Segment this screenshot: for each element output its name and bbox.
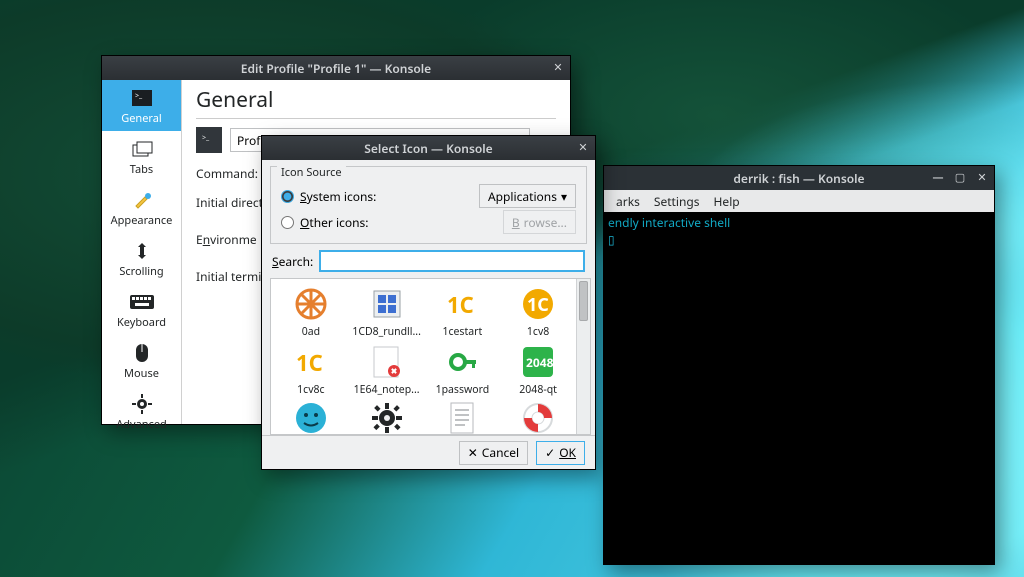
sidebar-item-mouse[interactable]: Mouse [102,335,181,386]
icon-category-combo[interactable]: Applications ▾ [479,184,576,208]
chevron-down-icon: ▾ [561,188,567,205]
app-icon [443,401,481,435]
svg-text:>_: >_ [202,134,210,143]
icon-label: 1cv8 [527,325,549,339]
icon-label: 1cestart [442,325,482,339]
select-icon-title: Select Icon — Konsole [364,140,492,157]
scroll-icon [129,240,155,262]
menu-bookmarks-partial[interactable]: arks [610,191,646,212]
icon-item[interactable]: 1C 1cv8c [275,343,347,397]
app-icon: 1C [292,343,330,381]
konsole-titlebar[interactable]: derrik : fish — Konsole — ▢ ✕ [604,166,994,190]
search-input[interactable] [319,250,585,272]
sidebar-item-general[interactable]: >_ General [102,80,181,131]
icon-item[interactable]: 2E54-wordp... [427,401,499,435]
system-icons-label: System icons: [300,188,376,205]
icon-item[interactable]: 4137-winhlp... [502,401,574,435]
app-icon: 2048 [519,343,557,381]
icon-label: 1password [436,383,490,397]
sidebar-item-advanced[interactable]: Advanced [102,386,181,437]
menu-help[interactable]: Help [708,191,746,212]
terminal-output[interactable]: endly interactive shell ▯ [604,212,994,564]
sidebar-item-label: Mouse [124,366,159,381]
icon-label: 2048-qt [519,383,557,397]
mouse-icon [129,342,155,364]
konsole-window: derrik : fish — Konsole — ▢ ✕ arks Setti… [603,165,995,565]
sidebar-item-tabs[interactable]: Tabs [102,131,181,182]
app-icon [443,343,481,381]
app-icon: 1C [519,285,557,323]
tabs-icon [129,138,155,160]
edit-profile-title: Edit Profile "Profile 1" — Konsole [241,60,431,77]
scrollbar[interactable] [576,279,590,434]
terminal-icon: >_ [129,87,155,109]
maximize-icon[interactable]: ▢ [952,169,968,185]
gear-icon [129,393,155,415]
sidebar-item-label: Keyboard [117,315,166,330]
app-icon [368,343,406,381]
sidebar-item-label: Tabs [130,162,153,177]
profile-icon-thumb[interactable]: >_ [196,127,222,153]
command-label: Command: [196,165,266,182]
close-icon[interactable]: ✕ [974,169,990,185]
icon-item[interactable]: 1C 1cv8 [502,285,574,339]
icon-label: 1CD8_rundll... [352,325,421,339]
icon-list: 0ad 1CD8_rundll... 1C 1cestart 1C 1cv8 1C 1cv8c… [270,278,591,435]
icon-item[interactable]: 1CD8_rundll... [351,285,423,339]
app-icon [519,401,557,435]
app-icon [368,401,406,435]
edit-profile-sidebar: >_ General Tabs Appearance Scr [102,80,182,424]
minimize-icon[interactable]: — [930,169,946,185]
icon-source-label: Icon Source [277,165,346,180]
app-icon [292,285,330,323]
other-icons-label: Other icons: [300,214,368,231]
icon-source-group: Icon Source System icons: Applications ▾ [270,166,587,244]
konsole-menubar: arks Settings Help [604,190,994,212]
keyboard-icon [129,291,155,313]
svg-text:>_: >_ [135,92,143,101]
app-icon [292,401,330,435]
eyedropper-icon [129,189,155,211]
icon-item[interactable]: 1C 1cestart [427,285,499,339]
scrollbar-thumb[interactable] [579,281,588,321]
menu-settings[interactable]: Settings [648,191,706,212]
icon-label: 1cv8c [297,383,324,397]
search-label: Search: [272,253,313,270]
icon-item[interactable]: 2048 2048-qt [502,343,574,397]
sidebar-item-scrolling[interactable]: Scrolling [102,233,181,284]
icon-item[interactable]: 2064-read-o... [275,401,347,435]
icon-item[interactable]: 1E64_notep... [351,343,423,397]
icon-item[interactable]: 0ad [275,285,347,339]
icon-item[interactable]: 2402-msiex... [351,401,423,435]
close-icon[interactable]: ✕ [575,139,591,155]
select-icon-dialog: Select Icon — Konsole ✕ Icon Source Syst… [261,135,596,470]
system-icons-radio[interactable]: System icons: [281,188,376,205]
sidebar-item-label: Scrolling [119,264,163,279]
svg-text:1C: 1C [296,348,323,378]
app-icon: 1C [443,285,481,323]
app-icon [368,285,406,323]
sidebar-item-keyboard[interactable]: Keyboard [102,284,181,335]
sidebar-item-label: Advanced [116,417,167,432]
sidebar-item-appearance[interactable]: Appearance [102,182,181,233]
svg-text:1C: 1C [527,293,549,317]
icon-item[interactable]: 1password [427,343,499,397]
icon-label: 0ad [302,325,320,339]
close-icon[interactable]: ✕ [550,59,566,75]
page-title: General [196,86,556,119]
other-icons-radio[interactable]: Other icons: [281,214,368,231]
konsole-title: derrik : fish — Konsole [733,170,864,187]
cancel-button[interactable]: ✕ Cancel [459,441,528,465]
combo-value: Applications [488,188,557,205]
sidebar-item-label: General [121,111,162,126]
sidebar-item-label: Appearance [111,213,173,228]
ok-button[interactable]: ✓ OK [536,441,585,465]
browse-button: Browse... [503,210,576,234]
edit-profile-titlebar[interactable]: Edit Profile "Profile 1" — Konsole ✕ [102,56,570,80]
svg-text:1C: 1C [447,290,474,320]
select-icon-titlebar[interactable]: Select Icon — Konsole ✕ [262,136,595,160]
icon-label: 1E64_notep... [354,383,420,397]
svg-text:2048: 2048 [526,354,554,371]
